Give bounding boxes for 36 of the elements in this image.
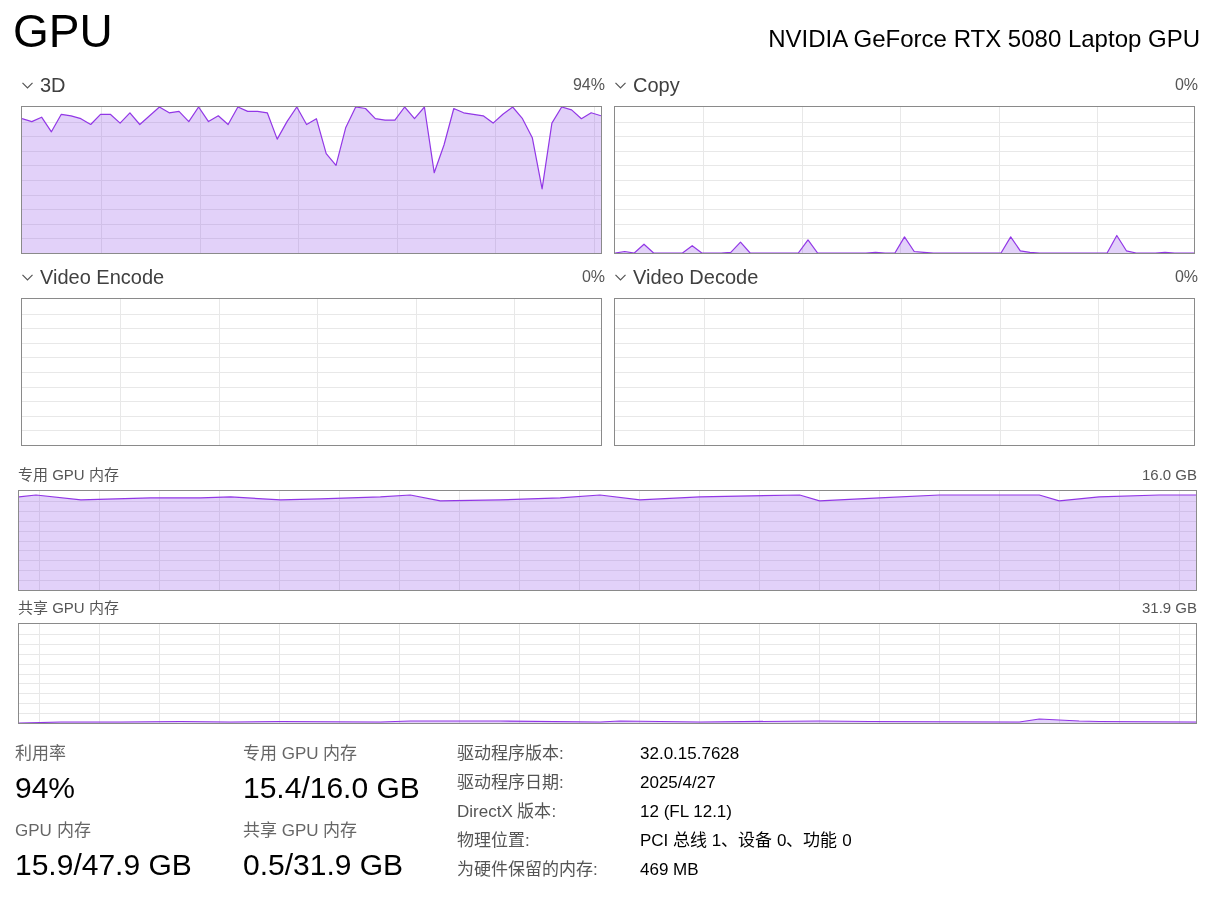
stat-value: 94% <box>15 770 76 806</box>
engine-reading: 0% <box>1174 267 1198 287</box>
detail-label: 物理位置: <box>457 830 531 852</box>
detail-label: 驱动程序版本: <box>457 743 565 765</box>
detail-label: DirectX 版本: <box>457 801 558 823</box>
detail-value: PCI 总线 1、设备 0、功能 0 <box>640 830 852 852</box>
detail-value: 469 MB <box>640 859 700 881</box>
chevron-down-icon <box>615 81 626 89</box>
detail-value: 12 (FL 12.1) <box>640 801 733 823</box>
engine-dropdown[interactable]: 3D <box>21 73 66 97</box>
engine-reading: 94% <box>572 75 605 95</box>
page-title: GPU <box>13 4 113 58</box>
stat-label: 利用率 <box>15 744 66 764</box>
chevron-down-icon <box>615 273 626 281</box>
graph-capacity: 16.0 GB <box>1141 466 1197 484</box>
stat-label: 专用 GPU 内存 <box>243 744 358 764</box>
stat-value: 15.9/47.9 GB <box>15 847 192 883</box>
graph-label: 专用 GPU 内存 <box>18 466 119 484</box>
engine-dropdown[interactable]: Video Decode <box>614 265 759 289</box>
chevron-down-icon <box>22 273 33 281</box>
engine-dropdown[interactable]: Video Encode <box>21 265 165 289</box>
engine-reading: 0% <box>1174 75 1198 95</box>
stat-label: 共享 GPU 内存 <box>243 821 358 841</box>
graph-capacity: 31.9 GB <box>1141 599 1197 617</box>
detail-value: 32.0.15.7628 <box>640 743 741 765</box>
engine-reading: 0% <box>581 267 605 287</box>
detail-label: 驱动程序日期: <box>457 772 565 794</box>
detail-value: 2025/4/27 <box>640 772 717 794</box>
stat-value: 15.4/16.0 GB <box>243 770 420 806</box>
graph-label: 共享 GPU 内存 <box>18 599 119 617</box>
engine-dropdown[interactable]: Copy <box>614 73 680 97</box>
stat-value: 0.5/31.9 GB <box>243 847 404 883</box>
detail-label: 为硬件保留的内存: <box>457 859 599 881</box>
chevron-down-icon <box>22 81 33 89</box>
stat-label: GPU 内存 <box>15 821 91 841</box>
adapter-name: NVIDIA GeForce RTX 5080 Laptop GPU <box>768 24 1200 54</box>
